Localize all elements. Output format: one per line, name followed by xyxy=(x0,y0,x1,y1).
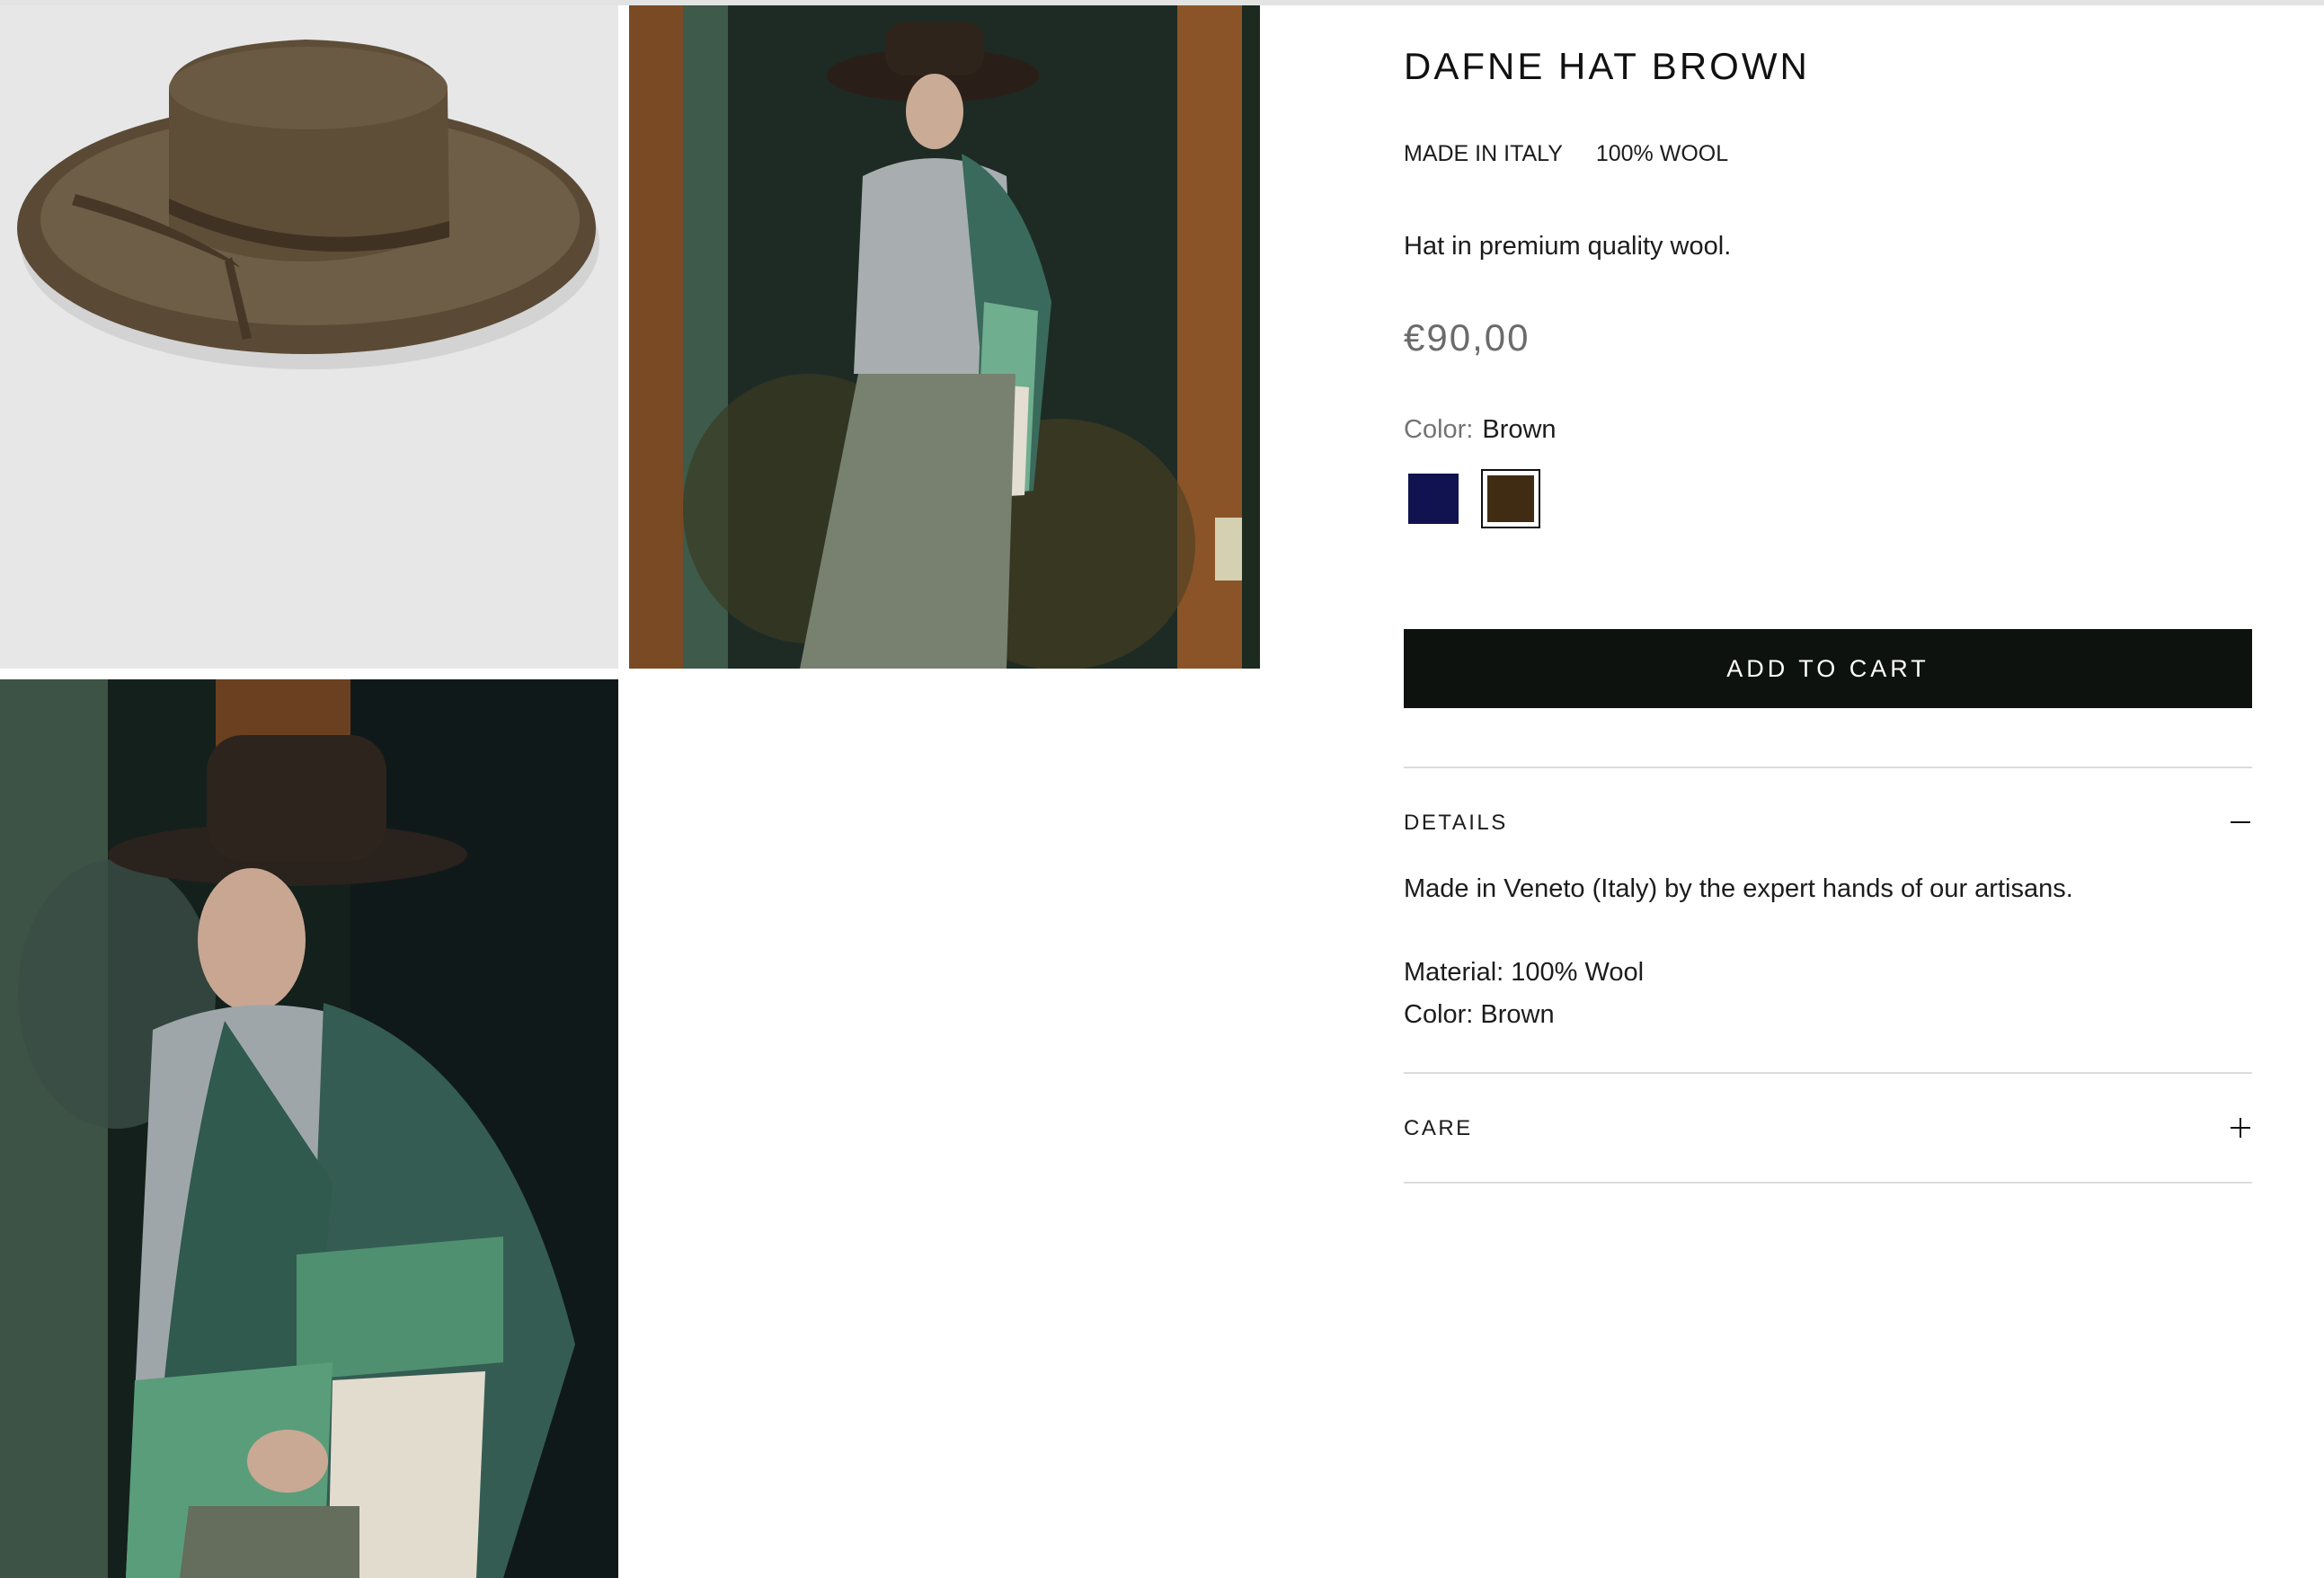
hat-image-illustration xyxy=(0,5,618,669)
color-swatch-navy[interactable] xyxy=(1404,469,1463,528)
lifestyle-image-profile[interactable] xyxy=(0,679,618,1578)
accordion-details-title: DETAILS xyxy=(1404,811,1508,835)
divider xyxy=(1404,1182,2252,1184)
product-tags: MADE IN ITALY 100% WOOL xyxy=(1404,141,1755,167)
accordion-care-toggle[interactable]: CARE xyxy=(1404,1102,2252,1156)
tag-wool: 100% WOOL xyxy=(1595,141,1729,166)
tag-made-in-italy: MADE IN ITALY xyxy=(1404,141,1563,166)
product-image-hat[interactable] xyxy=(0,5,618,669)
swatch-chip-brown xyxy=(1487,475,1534,522)
minus-icon xyxy=(2231,821,2250,823)
color-label: Color: xyxy=(1404,415,1474,444)
divider xyxy=(1404,767,2252,768)
color-selector-label: Color: Brown xyxy=(1404,415,1557,445)
details-color: Color: Brown xyxy=(1404,1000,1555,1029)
divider xyxy=(1404,1072,2252,1074)
selected-color-value: Brown xyxy=(1482,415,1557,444)
accordion-details-content: Made in Veneto (Italy) by the expert han… xyxy=(1404,868,2073,1036)
color-swatch-brown[interactable] xyxy=(1481,469,1540,528)
details-material: Material: 100% Wool xyxy=(1404,958,1645,987)
accordion-care-title: CARE xyxy=(1404,1116,1473,1140)
accordion-details-toggle[interactable]: DETAILS xyxy=(1404,796,2252,850)
lifestyle-image-window[interactable] xyxy=(629,5,1260,669)
model-window-illustration xyxy=(629,5,1260,669)
details-intro: Made in Veneto (Italy) by the expert han… xyxy=(1404,874,2073,903)
details-spacer xyxy=(1404,910,2073,952)
product-title: DAFNE HAT BROWN xyxy=(1404,45,1810,87)
plus-icon xyxy=(2231,1118,2250,1138)
product-description: Hat in premium quality wool. xyxy=(1404,232,1732,261)
add-to-cart-button[interactable]: ADD TO CART xyxy=(1404,629,2252,708)
model-profile-illustration xyxy=(0,679,618,1578)
product-price: €90,00 xyxy=(1404,316,1530,359)
swatch-chip-navy xyxy=(1408,474,1459,524)
